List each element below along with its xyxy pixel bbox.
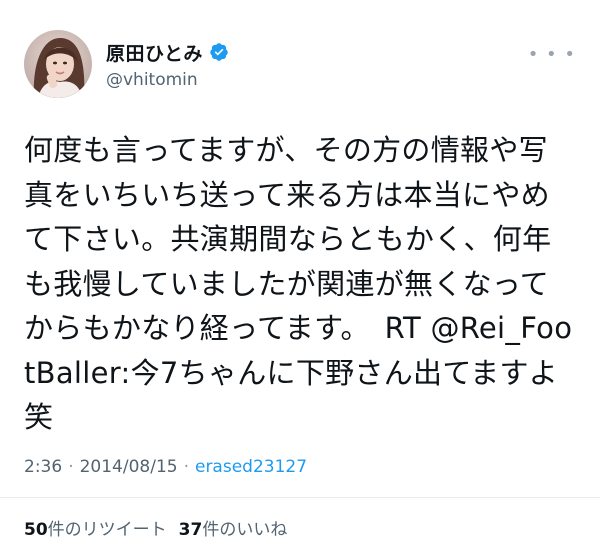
likes-count: 37: [178, 520, 203, 540]
tweet-header: 原田ひとみ @vhitomin • • •: [24, 30, 576, 100]
divider: [0, 497, 600, 498]
verified-badge-icon: [209, 42, 229, 62]
tweet-meta: 2:36 · 2014/08/15 · erased23127: [24, 457, 307, 477]
author-handle[interactable]: @vhitomin: [106, 70, 229, 90]
tweet-time[interactable]: 2:36: [24, 457, 62, 477]
display-name[interactable]: 原田ひとみ: [106, 39, 203, 66]
meta-separator: ·: [183, 457, 189, 477]
tweet-text: 何度も言ってますが、その方の情報や写真をいちいち送って来る方は本当にやめて下さい…: [24, 133, 573, 434]
likes-label: 件のいいね: [202, 520, 288, 540]
tweet-stats: 50件のリツイート 37件のいいね: [24, 515, 287, 540]
meta-separator: ·: [68, 457, 74, 477]
likes-stat[interactable]: 37件のいいね: [179, 515, 288, 540]
avatar[interactable]: [24, 30, 92, 98]
retweets-count: 50: [24, 520, 48, 540]
more-options-icon[interactable]: • • •: [528, 44, 576, 65]
display-name-row: 原田ひとみ: [106, 39, 229, 66]
avatar-image: [24, 30, 92, 98]
tweet-source-link[interactable]: erased23127: [195, 457, 307, 477]
tweet-date[interactable]: 2014/08/15: [80, 457, 178, 477]
retweets-stat[interactable]: 50件のリツイート: [24, 515, 167, 540]
retweets-label: 件のリツイート: [47, 520, 167, 540]
author-info: 原田ひとみ @vhitomin: [106, 40, 229, 90]
tweet-card: 原田ひとみ @vhitomin • • • 何度も言ってますが、その方の情報や写…: [0, 0, 600, 558]
